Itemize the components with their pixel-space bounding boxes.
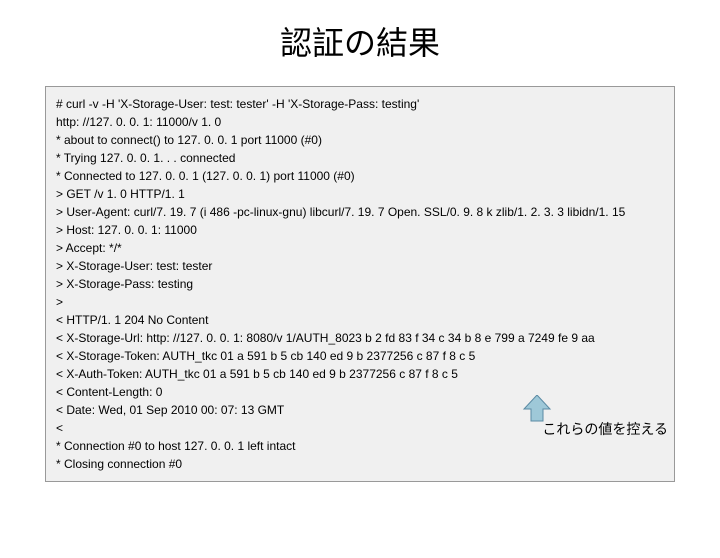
output-line: >	[56, 293, 664, 311]
output-line: < X-Storage-Url: http: //127. 0. 0. 1: 8…	[56, 329, 664, 347]
output-line: < X-Storage-Token: AUTH_tkc 01 a 591 b 5…	[56, 347, 664, 365]
output-line: * Trying 127. 0. 0. 1. . . connected	[56, 149, 664, 167]
output-line: < HTTP/1. 1 204 No Content	[56, 311, 664, 329]
annotation-label: これらの値を控える	[542, 419, 668, 440]
output-line: * Closing connection #0	[56, 455, 664, 473]
output-line: > X-Storage-Pass: testing	[56, 275, 664, 293]
output-line: > User-Agent: curl/7. 19. 7 (i 486 -pc-l…	[56, 203, 664, 221]
page-title: 認証の結果	[0, 18, 720, 64]
output-line: > Accept: */*	[56, 239, 664, 257]
output-line: # curl -v -H 'X-Storage-User: test: test…	[56, 95, 664, 113]
output-line: * Connected to 127. 0. 0. 1 (127. 0. 0. …	[56, 167, 664, 185]
output-line: > Host: 127. 0. 0. 1: 11000	[56, 221, 664, 239]
terminal-output: # curl -v -H 'X-Storage-User: test: test…	[45, 86, 675, 482]
output-line: > X-Storage-User: test: tester	[56, 257, 664, 275]
output-line: < X-Auth-Token: AUTH_tkc 01 a 591 b 5 cb…	[56, 365, 664, 383]
output-line: > GET /v 1. 0 HTTP/1. 1	[56, 185, 664, 203]
output-line: http: //127. 0. 0. 1: 11000/v 1. 0	[56, 113, 664, 131]
output-line: * about to connect() to 127. 0. 0. 1 por…	[56, 131, 664, 149]
output-line: < Content-Length: 0	[56, 383, 664, 401]
output-line: < Date: Wed, 01 Sep 2010 00: 07: 13 GMT	[56, 401, 664, 419]
